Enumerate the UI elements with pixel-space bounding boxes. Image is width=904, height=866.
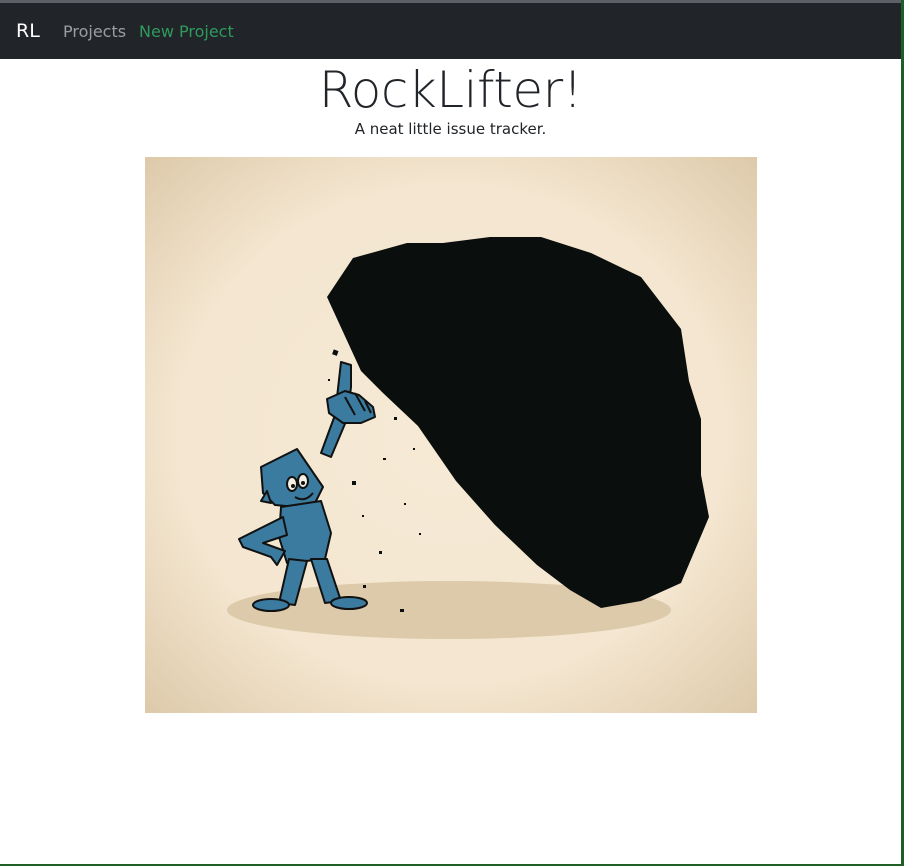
page-subtitle: A neat little issue tracker. [354, 120, 547, 138]
navbar: RL Projects New Project [0, 3, 901, 59]
hero-illustration [145, 157, 757, 713]
nav-link-projects[interactable]: Projects [63, 21, 126, 43]
page-title: RockLifter! [318, 61, 583, 119]
nav-link-new-project[interactable]: New Project [139, 21, 234, 43]
brand-logo-link[interactable]: RL [16, 19, 40, 43]
